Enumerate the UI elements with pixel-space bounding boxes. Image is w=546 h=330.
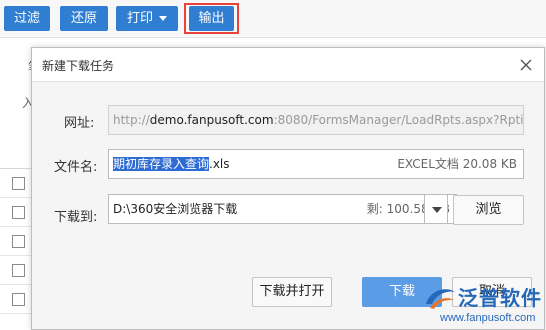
filename-selected-text: 期初库存录入查询 (113, 157, 210, 171)
restore-button[interactable]: 还原 (60, 6, 108, 31)
dialog-title: 新建下载任务 (42, 59, 115, 73)
url-field[interactable]: http://demo.fanpusoft.com:8080/FormsMana… (108, 105, 524, 135)
filename-extension: .xls (209, 157, 230, 171)
download-button-label: 下载 (388, 284, 415, 299)
dialog-title-bar: 新建下载任务 (32, 48, 544, 82)
url-path: :8080/FormsManager/LoadRpts.aspx?Rptid (273, 113, 524, 127)
file-type-size: EXCEL文档 20.08 KB (397, 157, 517, 171)
download-to-label: 下载到: (54, 210, 98, 225)
row-checkbox[interactable] (12, 293, 25, 306)
url-prefix: http:// (113, 113, 150, 127)
table-row (0, 227, 34, 256)
close-icon[interactable] (518, 57, 534, 73)
row-checkbox[interactable] (12, 235, 25, 248)
download-and-open-label: 下载并打开 (259, 284, 325, 299)
chevron-down-icon (432, 207, 442, 213)
path-dropdown-button[interactable] (424, 194, 448, 224)
logo-mark-icon (426, 289, 455, 309)
browser-page: 过滤 还原 打印 输出 笔 入 新建下载任务 网址: http://demo.f… (0, 0, 546, 330)
chevron-down-icon (159, 16, 167, 21)
browse-button[interactable]: 浏览 (453, 195, 524, 225)
print-button-label: 打印 (126, 11, 153, 26)
print-button[interactable]: 打印 (116, 6, 178, 31)
table-row (0, 256, 34, 285)
restore-button-label: 还原 (70, 11, 97, 26)
row-checkbox[interactable] (12, 264, 25, 277)
browse-button-label: 浏览 (475, 202, 502, 217)
export-highlight-frame (184, 3, 239, 34)
table-row (0, 169, 34, 198)
table-row (0, 198, 34, 227)
url-host: demo.fanpusoft.com (149, 113, 274, 127)
fanpu-logo: 泛普软件 www.fanpusoft.com (418, 282, 546, 330)
logo-url: www.fanpusoft.com (440, 312, 536, 324)
report-toolbar: 过滤 还原 打印 输出 (0, 0, 546, 38)
table-row (0, 285, 34, 314)
filter-button[interactable]: 过滤 (4, 6, 50, 31)
download-and-open-button[interactable]: 下载并打开 (252, 277, 332, 307)
filename-label: 文件名: (54, 160, 98, 175)
row-checkbox[interactable] (12, 206, 25, 219)
download-path-field[interactable]: D:\360安全浏览器下载 剩: 100.58 GB (108, 194, 457, 224)
filter-button-label: 过滤 (13, 11, 40, 26)
row-checkbox[interactable] (12, 177, 25, 190)
background-table (0, 168, 34, 330)
url-label: 网址: (64, 116, 95, 131)
download-path: D:\360安全浏览器下载 (113, 202, 238, 216)
logo-name: 泛普软件 (458, 286, 542, 310)
filename-field[interactable]: 期初库存录入查询.xls EXCEL文档 20.08 KB (108, 149, 524, 179)
